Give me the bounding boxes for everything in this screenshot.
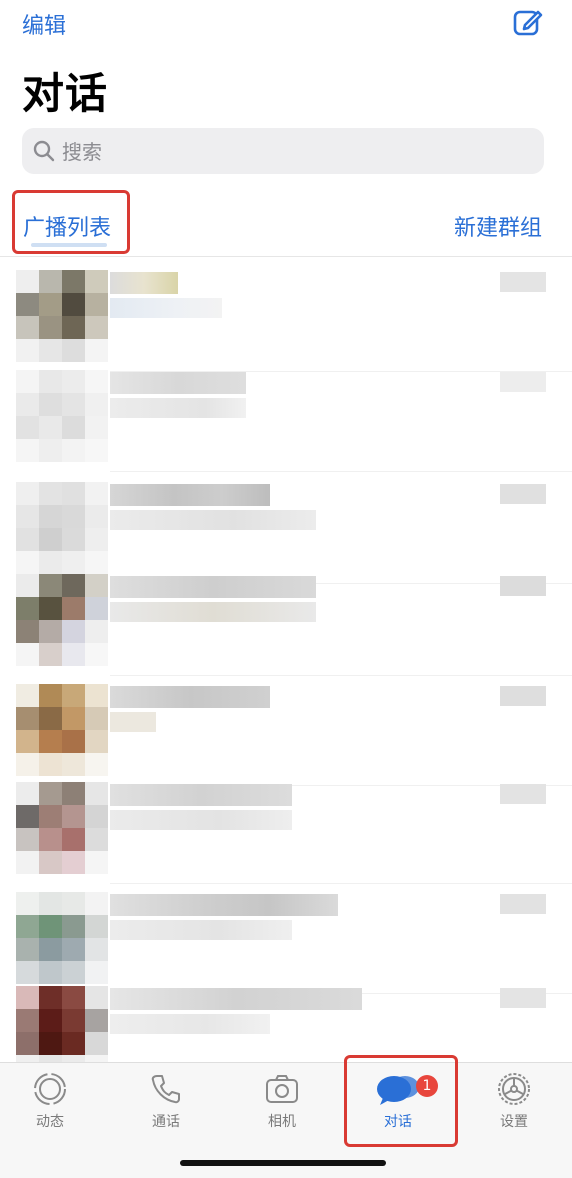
message-preview-blurred (110, 298, 222, 318)
tab-label: 设置 (500, 1114, 528, 1130)
conversation-row[interactable] (0, 566, 572, 676)
tab-label: 动态 (36, 1114, 64, 1130)
contact-name-blurred (110, 272, 178, 294)
home-indicator[interactable] (180, 1160, 386, 1166)
avatar (16, 574, 108, 666)
contact-name-blurred (110, 484, 270, 506)
conversation-row[interactable] (0, 362, 572, 472)
contact-name-blurred (110, 784, 292, 806)
conversation-row[interactable] (0, 262, 572, 372)
timestamp-blurred (500, 894, 546, 914)
divider (110, 471, 572, 472)
message-preview-blurred (110, 602, 316, 622)
message-preview-blurred (110, 398, 246, 418)
conversation-row[interactable] (0, 978, 572, 1062)
message-preview-blurred (110, 810, 292, 830)
timestamp-blurred (500, 576, 546, 596)
avatar (16, 370, 108, 462)
tab-settings[interactable]: 设置 (464, 1071, 564, 1141)
avatar (16, 684, 108, 776)
search-icon (33, 140, 55, 162)
avatar (16, 986, 108, 1062)
new-group-button[interactable]: 新建群组 (454, 210, 542, 242)
avatar (16, 270, 108, 362)
broadcast-list-label: 广播列表 (23, 216, 112, 241)
highlight-box (344, 1055, 458, 1147)
settings-icon (498, 1073, 530, 1105)
avatar (16, 482, 108, 574)
conversation-row[interactable] (0, 774, 572, 884)
highlight-underline (31, 243, 107, 247)
status-icon (34, 1073, 66, 1105)
contact-name-blurred (110, 576, 316, 598)
tab-calls[interactable]: 通话 (116, 1071, 216, 1141)
timestamp-blurred (500, 784, 546, 804)
conversation-row[interactable] (0, 676, 572, 786)
timestamp-blurred (500, 372, 546, 392)
tab-status[interactable]: 动态 (0, 1071, 100, 1141)
page-title: 对话 (22, 69, 109, 118)
message-preview-blurred (110, 712, 156, 732)
avatar (16, 782, 108, 874)
contact-name-blurred (110, 372, 246, 394)
contact-name-blurred (110, 686, 270, 708)
message-preview-blurred (110, 920, 292, 940)
top-bar: 编辑 (0, 0, 572, 50)
contact-name-blurred (110, 894, 338, 916)
compose-icon[interactable] (512, 6, 544, 38)
message-preview-blurred (110, 510, 316, 530)
tab-label: 通话 (152, 1114, 180, 1130)
divider (0, 256, 572, 257)
message-preview-blurred (110, 1014, 270, 1034)
camera-icon (266, 1075, 298, 1103)
timestamp-blurred (500, 988, 546, 1008)
avatar (16, 892, 108, 984)
timestamp-blurred (500, 272, 546, 292)
search-input[interactable] (60, 134, 534, 170)
tab-camera[interactable]: 相机 (232, 1071, 332, 1141)
search-bar[interactable] (22, 128, 544, 174)
timestamp-blurred (500, 484, 546, 504)
broadcast-list-button[interactable]: 广播列表 (12, 190, 130, 254)
tab-label: 相机 (268, 1114, 296, 1130)
timestamp-blurred (500, 686, 546, 706)
phone-icon (151, 1075, 180, 1104)
contact-name-blurred (110, 988, 362, 1010)
conversation-list (0, 262, 572, 1062)
edit-button[interactable]: 编辑 (22, 8, 66, 40)
